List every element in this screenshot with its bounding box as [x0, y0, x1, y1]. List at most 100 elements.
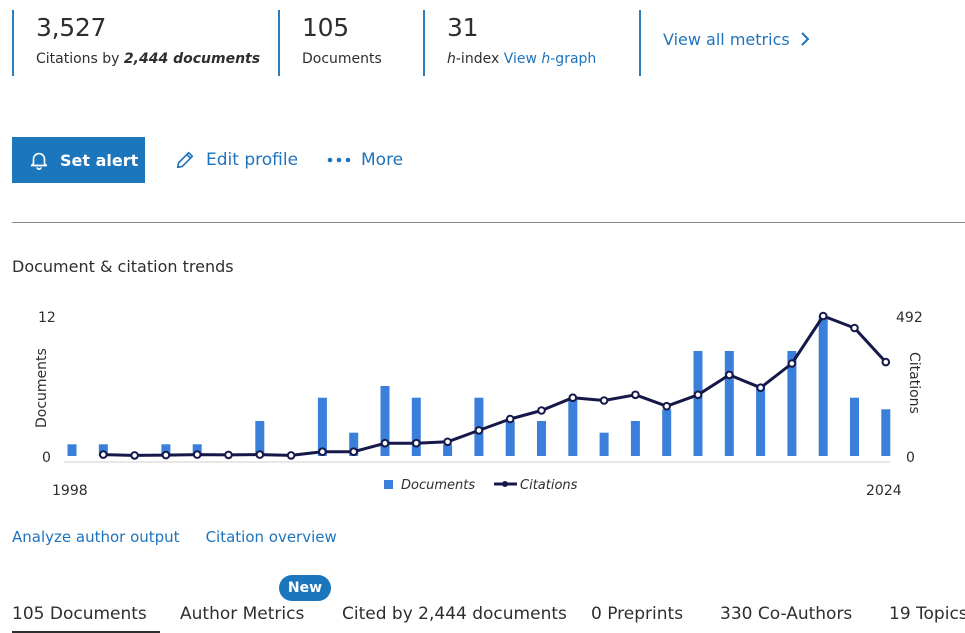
- citations-point-2021[interactable]: [787, 359, 797, 368]
- documents-bar-2014[interactable]: [568, 397, 578, 456]
- citation-overview-link[interactable]: Citation overview: [206, 528, 337, 546]
- documents-bars: [67, 316, 891, 456]
- left-axis-bottom-tick: 0: [42, 450, 51, 466]
- documents-count: 105: [302, 13, 349, 42]
- chart-legend: Documents Citations: [384, 478, 578, 493]
- documents-bar-1998[interactable]: [67, 444, 77, 456]
- left-axis-top-tick: 12: [38, 310, 56, 326]
- chart-svg: 12 0 Documents 492 0 Citations 1998 2024…: [34, 310, 923, 499]
- citations-count: 3,527: [36, 13, 107, 42]
- documents-bar-2016[interactable]: [630, 421, 640, 456]
- citations-point-2004[interactable]: [255, 450, 265, 459]
- citations-point-2005[interactable]: [286, 451, 296, 460]
- citations-point-2009[interactable]: [412, 438, 421, 448]
- citations-point-2018[interactable]: [693, 390, 703, 400]
- citations-point-2003[interactable]: [224, 450, 233, 460]
- documents-bar-2022[interactable]: [818, 316, 828, 456]
- bell-icon: [30, 152, 48, 170]
- documents-bar-2013[interactable]: [537, 421, 546, 456]
- legend-citations-label: Citations: [520, 478, 578, 493]
- view-hgraph-suffix: -graph: [550, 51, 597, 67]
- citations-point-2000[interactable]: [130, 451, 139, 460]
- citations-label-documents: 2,444 documents: [123, 51, 261, 67]
- documents-bar-2018[interactable]: [693, 351, 703, 456]
- citations-point-2008[interactable]: [380, 438, 390, 448]
- citations-point-1999[interactable]: [99, 450, 108, 459]
- set-alert-button[interactable]: Set alert: [12, 137, 145, 183]
- section-divider: [12, 222, 965, 223]
- right-axis-label: Citations: [906, 352, 922, 414]
- chart-links: Analyze author output Citation overview: [12, 528, 363, 546]
- ellipsis-icon: [327, 157, 351, 163]
- citations-point-2019[interactable]: [725, 370, 734, 380]
- citations-point-2014[interactable]: [568, 393, 578, 402]
- documents-bar-2015[interactable]: [599, 432, 609, 456]
- view-all-metrics-link[interactable]: View all metrics: [663, 30, 811, 49]
- citations-point-2017[interactable]: [662, 401, 672, 411]
- new-badge: New: [279, 575, 331, 601]
- tab-topics[interactable]: 19 Topics: [889, 604, 965, 633]
- view-all-metrics-label: View all metrics: [663, 30, 790, 49]
- documents-bar-2023[interactable]: [850, 397, 859, 456]
- citations-point-2023[interactable]: [850, 323, 859, 333]
- edit-profile-label: Edit profile: [206, 150, 299, 170]
- view-hgraph-link[interactable]: View h-graph: [504, 51, 597, 67]
- document-citation-chart: 12 0 Documents 492 0 Citations 1998 2024…: [0, 300, 965, 510]
- legend-citations-marker: [502, 481, 508, 487]
- set-alert-label: Set alert: [60, 150, 139, 170]
- hindex-value: 31: [447, 13, 479, 42]
- citations-point-2020[interactable]: [756, 383, 765, 392]
- citations-point-2006[interactable]: [318, 447, 327, 456]
- more-label: More: [361, 150, 404, 170]
- documents-bar-2024[interactable]: [881, 409, 891, 456]
- x-axis-start-label: 1998: [52, 483, 88, 499]
- legend-documents-label: Documents: [401, 478, 475, 493]
- tab-co-authors[interactable]: 330 Co-Authors: [720, 604, 852, 633]
- documents-label: Documents: [302, 51, 382, 67]
- edit-profile-button[interactable]: Edit profile: [174, 137, 298, 183]
- citations-label-prefix: Citations by: [36, 51, 124, 67]
- right-axis-bottom-tick: 0: [906, 450, 915, 466]
- metric-view-all: [639, 10, 663, 76]
- tab-author-metrics[interactable]: Author Metrics: [180, 604, 304, 633]
- hindex-label: h-index View h-graph: [447, 46, 596, 72]
- profile-tabs: 105 Documents Author Metrics Cited by 2,…: [12, 604, 965, 633]
- documents-bar-2020[interactable]: [756, 386, 766, 456]
- citations-points: [99, 311, 891, 460]
- left-axis-label: Documents: [34, 348, 50, 428]
- metric-hindex: 31 h-index View h-graph: [423, 10, 596, 76]
- citations-point-2011[interactable]: [474, 426, 484, 435]
- documents-bar-2006[interactable]: [317, 397, 327, 456]
- citations-point-2010[interactable]: [443, 437, 452, 447]
- right-axis-top-tick: 492: [896, 310, 923, 326]
- citations-point-2001[interactable]: [161, 450, 171, 460]
- hindex-label-h: h: [447, 51, 456, 67]
- analyze-author-output-link[interactable]: Analyze author output: [12, 528, 180, 546]
- citations-point-2016[interactable]: [631, 390, 640, 400]
- more-button[interactable]: More: [327, 137, 403, 183]
- metrics-row: 3,527 Citations by 2,444 documents 105 D…: [0, 0, 965, 90]
- tab-cited-by[interactable]: Cited by 2,444 documents: [342, 604, 567, 633]
- x-axis-end-label: 2024: [866, 483, 902, 499]
- citations-point-2024[interactable]: [881, 357, 891, 367]
- citations-point-2007[interactable]: [349, 447, 359, 456]
- documents-bar-2017[interactable]: [662, 409, 672, 456]
- tab-documents[interactable]: 105 Documents: [12, 604, 160, 633]
- citations-point-2015[interactable]: [599, 396, 609, 405]
- trends-title: Document & citation trends: [12, 257, 234, 276]
- view-hgraph-prefix: View: [503, 51, 542, 67]
- tab-preprints[interactable]: 0 Preprints: [591, 604, 683, 633]
- citations-point-2012[interactable]: [505, 414, 515, 424]
- citations-label: Citations by 2,444 documents: [36, 46, 260, 72]
- view-hgraph-h: h: [541, 51, 551, 67]
- pencil-icon: [176, 151, 194, 169]
- documents-bar-2012[interactable]: [505, 421, 515, 456]
- documents-bar-2019[interactable]: [724, 351, 734, 456]
- metric-citations: 3,527 Citations by 2,444 documents: [12, 10, 260, 76]
- profile-actions: Set alert Edit profile More: [12, 137, 712, 183]
- citations-point-2022[interactable]: [818, 311, 828, 321]
- citations-point-2013[interactable]: [537, 406, 546, 415]
- citations-line: [103, 314, 887, 457]
- metric-documents: 105 Documents: [278, 10, 382, 76]
- citations-point-2002[interactable]: [192, 450, 202, 459]
